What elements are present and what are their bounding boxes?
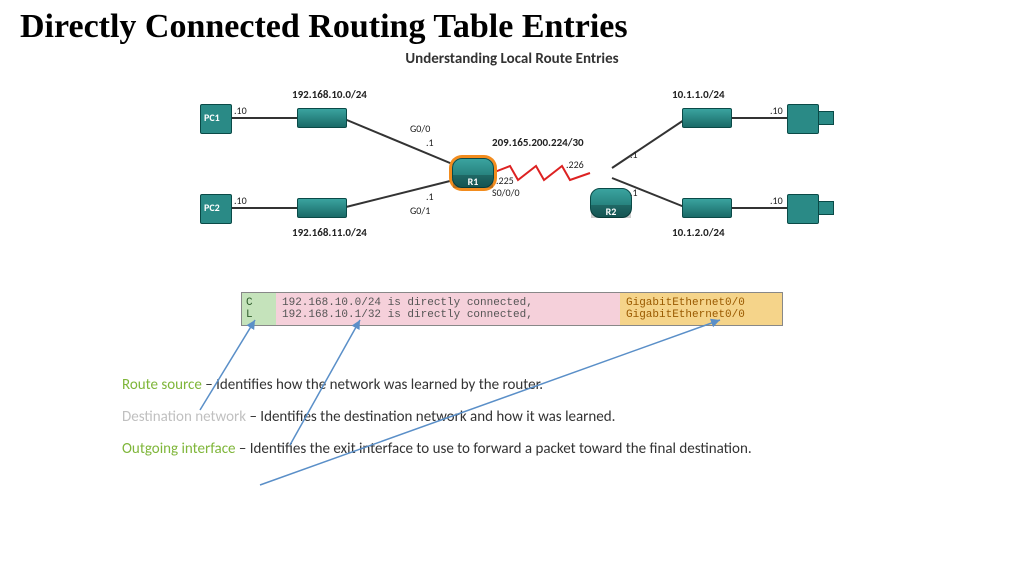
router-r2-icon: R2 (590, 188, 632, 218)
net-label: 192.168.10.0/24 (292, 88, 367, 101)
net-label: 192.168.11.0/24 (292, 226, 367, 239)
route-destination-col: 192.168.10.0/24 is directly connected, 1… (276, 293, 620, 325)
net-label: 209.165.200.224/30 (492, 136, 584, 149)
router-r1-icon: R1 (452, 158, 494, 188)
page-title: Directly Connected Routing Table Entries (0, 0, 1024, 48)
host-label: .10 (234, 194, 247, 207)
explain-destination-network: Destination network – Identifies the des… (122, 408, 902, 426)
switch-icon (682, 108, 732, 128)
route-interface-col: GigabitEthernet0/0 GigabitEthernet0/0 (620, 293, 782, 325)
pc-icon (787, 194, 819, 224)
iface-label: G0/0 (410, 122, 430, 135)
net-label: 10.1.2.0/24 (672, 226, 725, 239)
iface-label: .1 (630, 148, 638, 161)
explain-outgoing-interface: Outgoing interface – Identifies the exit… (122, 440, 902, 458)
iface-label: G0/1 (410, 204, 430, 217)
iface-label: .226 (566, 158, 584, 171)
iface-label: .1 (630, 186, 638, 199)
host-label: .10 (770, 194, 783, 207)
net-label: 10.1.1.0/24 (672, 88, 725, 101)
switch-icon (297, 108, 347, 128)
explain-route-source: Route source – Identifies how the networ… (122, 376, 902, 394)
pc-icon (787, 104, 819, 134)
route-table-entry: C L 192.168.10.0/24 is directly connecte… (241, 292, 783, 326)
network-diagram: PC1 PC2 R1 R2 192.168.10.0/24 192.168.11… (192, 78, 832, 288)
route-source-col: C L (242, 293, 276, 325)
iface-label: S0/0/0 (492, 186, 520, 199)
iface-label: .1 (426, 136, 434, 149)
host-label: .10 (234, 104, 247, 117)
switch-icon (297, 198, 347, 218)
subtitle: Understanding Local Route Entries (0, 50, 1024, 68)
host-label: .10 (770, 104, 783, 117)
pc2-icon: PC2 (200, 194, 232, 224)
switch-icon (682, 198, 732, 218)
pc1-icon: PC1 (200, 104, 232, 134)
iface-label: .1 (426, 190, 434, 203)
explanation-block: Route source – Identifies how the networ… (122, 376, 902, 458)
